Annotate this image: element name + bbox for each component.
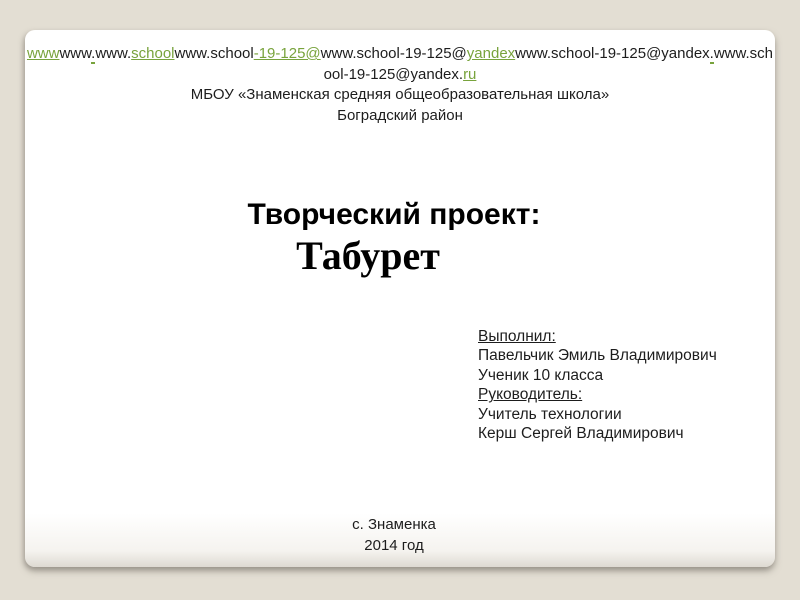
- url-hyperlink[interactable]: school: [131, 45, 174, 62]
- header-text-block: wwwwww.www.schoolwww.school-19-125@www.s…: [0, 44, 800, 126]
- footer-block: с. Знаменка 2014 год: [0, 514, 788, 556]
- url-paragraph: wwwwww.www.schoolwww.school-19-125@www.s…: [0, 44, 800, 85]
- url-text: www.: [95, 45, 132, 62]
- url-line: ool-19-125@yandex.ru: [0, 65, 800, 86]
- district-name: Боградский район: [337, 106, 463, 124]
- footer-year: 2014 год: [364, 537, 424, 554]
- author-line-name: Павельчик Эмиль Владимирович: [478, 347, 717, 365]
- author-line-vypolnil: Выполнил:: [478, 328, 556, 345]
- url-text: www.school-19-125@: [320, 45, 467, 62]
- author-line-class: Ученик 10 класса: [478, 366, 604, 384]
- url-hyperlink[interactable]: ru: [463, 66, 476, 83]
- url-text: www.school: [174, 45, 254, 62]
- url-text: www: [59, 45, 92, 62]
- title-block: Творческий проект: Табурет: [0, 197, 788, 279]
- url-hyperlink[interactable]: -19-125@: [254, 45, 321, 62]
- author-block: Выполнил: Павельчик Эмиль Владимирович У…: [478, 327, 717, 443]
- title-creative-project: Творческий проект:: [247, 198, 541, 231]
- slide-viewer-stage: wwwwww.www.schoolwww.school-19-125@www.s…: [0, 0, 800, 600]
- url-text: ool-19-125@yandex.: [323, 65, 464, 83]
- url-line: wwwwww.www.schoolwww.school-19-125@www.s…: [0, 44, 800, 65]
- url-text: www.sch: [713, 45, 774, 62]
- author-line-teacher-name: Керш Сергей Владимирович: [478, 425, 684, 443]
- footer-place: с. Знаменка: [352, 516, 436, 533]
- url-text: www.school-19-125@yandex: [515, 45, 710, 62]
- title-taburet: Табурет: [296, 233, 440, 278]
- url-hyperlink[interactable]: yandex: [467, 45, 515, 62]
- school-name: МБОУ «Знаменская средняя общеобразовател…: [190, 86, 610, 103]
- author-line-rukovoditel: Руководитель:: [478, 386, 583, 404]
- url-hyperlink[interactable]: www: [27, 45, 60, 62]
- author-line-teacher: Учитель технологии: [478, 405, 622, 423]
